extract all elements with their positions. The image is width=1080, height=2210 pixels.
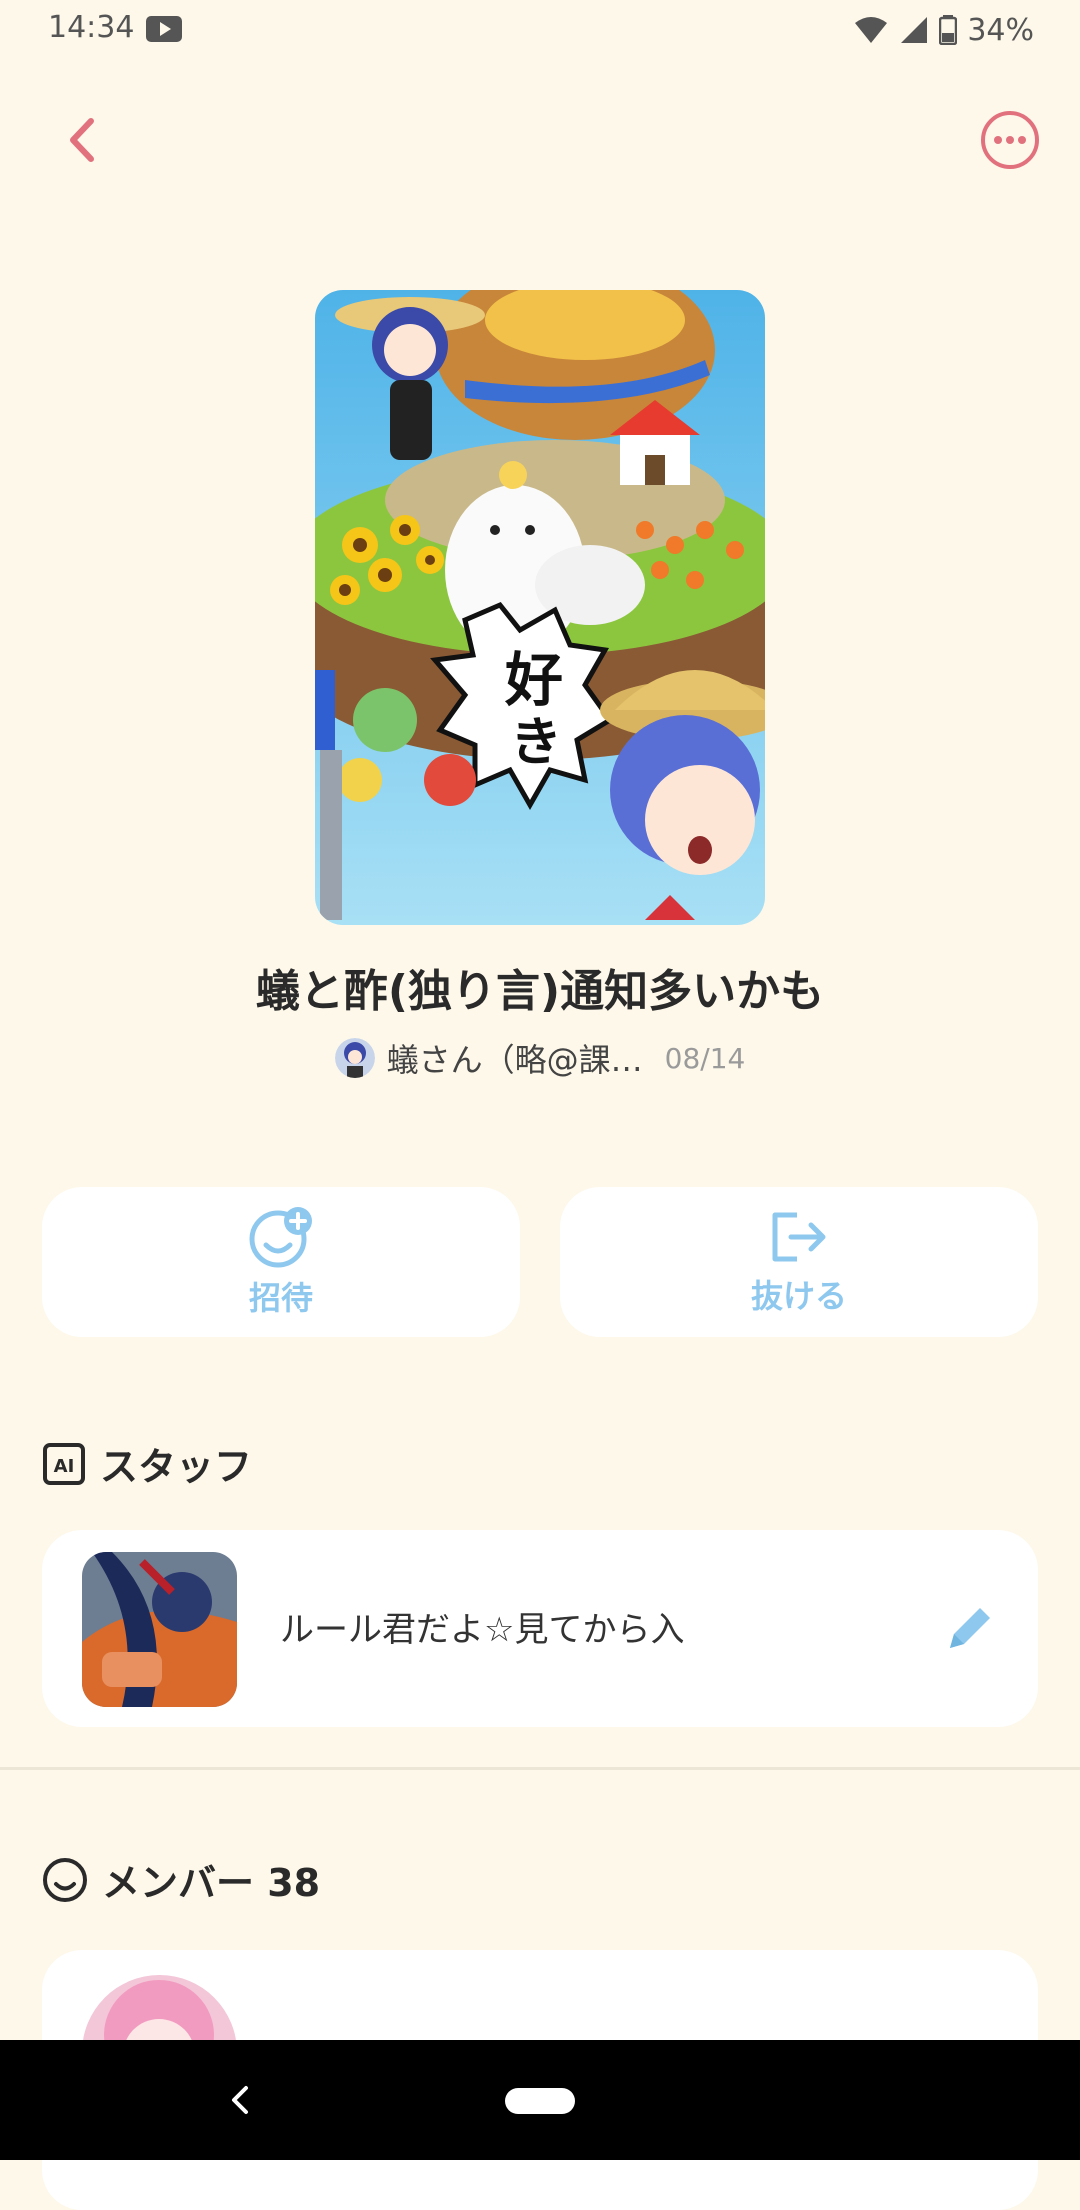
status-bar: 14:34 34% xyxy=(0,0,1080,60)
chevron-left-icon xyxy=(70,118,94,162)
post-date: 08/14 xyxy=(664,1041,746,1075)
more-options-button[interactable] xyxy=(980,110,1040,170)
staff-avatar xyxy=(82,1552,237,1707)
svg-text:き: き xyxy=(510,713,562,773)
status-right: 34% xyxy=(853,10,1034,50)
back-button[interactable] xyxy=(52,110,112,170)
ai-badge-icon: AI xyxy=(43,1442,85,1485)
battery-percent: 34% xyxy=(967,12,1034,48)
edit-button[interactable] xyxy=(942,1600,998,1656)
svg-text:AI: AI xyxy=(54,1456,75,1477)
smiley-icon xyxy=(43,1857,87,1902)
invite-label: 招待 xyxy=(248,1279,313,1317)
svg-text:好: 好 xyxy=(504,646,563,714)
members-heading: メンバー 38 xyxy=(102,1861,321,1905)
youtube-notification-icon xyxy=(146,16,182,42)
battery-icon xyxy=(939,15,958,45)
staff-name: ルール君だよ☆見てから入 xyxy=(280,1610,685,1650)
leave-label: 抜ける xyxy=(750,1277,847,1315)
status-time: 14:34 xyxy=(48,10,135,45)
author-row[interactable]: 蟻さん（略@課… 08/14 xyxy=(0,1035,1080,1081)
add-friend-icon xyxy=(249,1207,312,1268)
staff-section-header: AI スタッフ xyxy=(42,1436,252,1491)
author-avatar xyxy=(334,1038,375,1078)
system-home-pill[interactable] xyxy=(505,2088,575,2114)
pencil-icon xyxy=(950,1608,990,1648)
staff-item[interactable]: ルール君だよ☆見てから入 xyxy=(42,1530,1038,1727)
system-nav-bar xyxy=(0,2040,1080,2160)
author-name: 蟻さん（略@課… xyxy=(386,1041,643,1079)
group-title: 蟻と酢(独り言)通知多いかも xyxy=(255,966,825,1017)
signal-icon xyxy=(901,17,928,43)
invite-button[interactable]: 招待 xyxy=(42,1187,520,1337)
staff-heading: スタッフ xyxy=(100,1445,253,1489)
section-divider xyxy=(0,1767,1080,1770)
system-back-button[interactable] xyxy=(220,2080,260,2120)
members-section-header: メンバー 38 xyxy=(42,1852,320,1907)
more-horizontal-icon xyxy=(981,111,1039,169)
wifi-icon xyxy=(855,17,888,43)
exit-icon xyxy=(772,1212,826,1262)
leave-button[interactable]: 抜ける xyxy=(560,1187,1038,1337)
nav-back-icon xyxy=(232,2086,248,2114)
group-cover-image[interactable]: 好 き xyxy=(315,290,765,925)
